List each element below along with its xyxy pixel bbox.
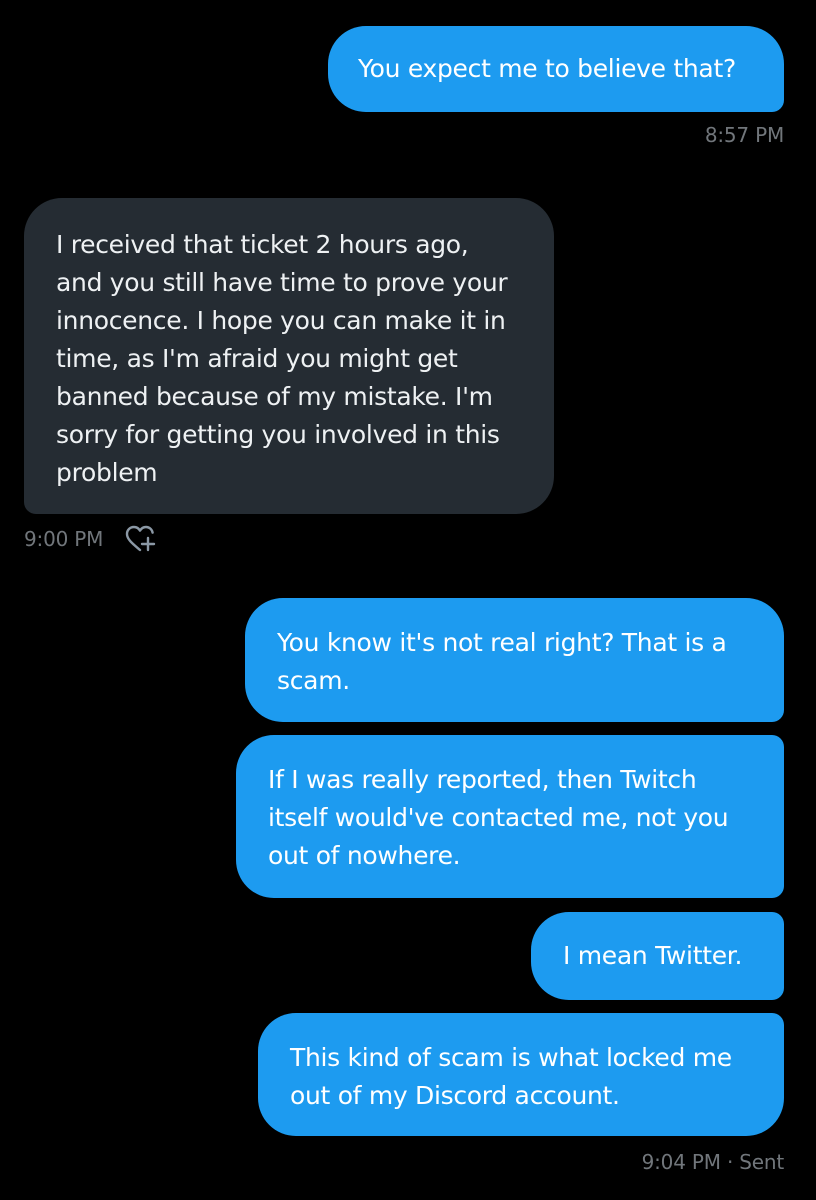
message-bubble-sent[interactable]: You know it's not real right? That is a …	[245, 598, 784, 722]
message-bubble-sent[interactable]: This kind of scam is what locked me out …	[258, 1013, 784, 1136]
message-text: I mean Twitter.	[563, 941, 743, 970]
message-text: If I was really reported, then Twitch it…	[268, 765, 729, 870]
message-timestamp: 9:00 PM	[24, 527, 104, 551]
heart-plus-icon[interactable]	[124, 524, 158, 554]
message-timestamp: 8:57 PM	[704, 123, 784, 147]
message-timestamp-status: 9:04 PM · Sent	[641, 1150, 785, 1174]
message-bubble-sent[interactable]: If I was really reported, then Twitch it…	[236, 735, 784, 898]
message-text: This kind of scam is what locked me out …	[290, 1043, 732, 1110]
message-bubble-sent[interactable]: You expect me to believe that?	[328, 26, 784, 112]
message-bubble-sent[interactable]: I mean Twitter.	[531, 912, 784, 1000]
message-bubble-received[interactable]: I received that ticket 2 hours ago, and …	[24, 198, 554, 514]
message-text: You expect me to believe that?	[358, 54, 736, 83]
message-text: I received that ticket 2 hours ago, and …	[56, 230, 508, 487]
message-text: You know it's not real right? That is a …	[277, 628, 727, 695]
